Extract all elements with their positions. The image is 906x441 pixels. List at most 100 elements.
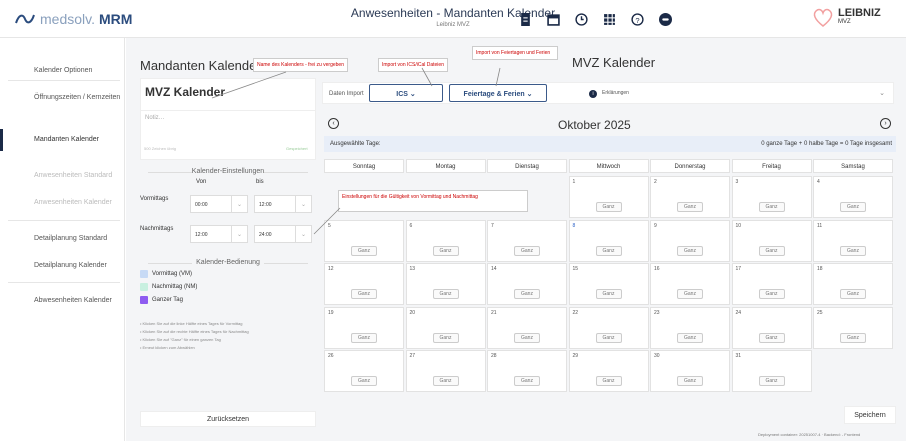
morning-to-select[interactable]: 12:00 ⌄ [254,195,312,213]
full-day-button[interactable]: Ganz [595,289,622,299]
document-icon[interactable] [518,12,532,26]
sidebar-item-abwesenheiten-kalender[interactable]: Abwesenheiten Kalender [0,296,125,305]
calendar-day-cell[interactable]: 20 Ganz [405,306,486,349]
full-day-button[interactable]: Ganz [595,332,622,343]
full-day-button[interactable]: Ganz [351,289,377,299]
calendar-day-cell[interactable]: 19 Ganz [324,306,404,349]
calendar-day-cell[interactable]: 22 Ganz [568,306,649,349]
calendar-day-cell[interactable]: 16 Ganz [650,263,730,305]
calendar-day-cell[interactable]: 10 Ganz [731,219,812,262]
full-day-button[interactable]: Ganz [432,245,459,256]
help-icon[interactable]: ? [630,12,644,26]
avatar-icon[interactable] [658,12,672,26]
calendar-day-cell[interactable]: 31 Ganz [731,350,812,392]
full-day-button[interactable]: Ganz [432,376,459,386]
calendar-day-cell[interactable]: 11 Ganz [813,219,893,262]
calendar-day-cell[interactable]: 7 Ganz [487,219,567,262]
full-day-button[interactable]: Ganz [758,245,785,256]
full-day-button[interactable]: Ganz [595,245,622,256]
notes-textarea[interactable]: Notiz… [140,110,316,160]
next-month-button[interactable]: › [880,118,891,129]
full-day-button[interactable]: Ganz [432,332,459,343]
afternoon-to-select[interactable]: 24:00 ⌄ [254,225,312,243]
sidebar-item-detailplanung-standard[interactable]: Detailplanung Standard [0,234,125,243]
calendar-day-cell[interactable]: 27 Ganz [405,350,486,392]
grid-icon[interactable] [602,12,616,26]
section-rule [264,263,308,264]
full-day-button[interactable]: Ganz [677,245,703,256]
calendar-day-cell[interactable]: 18 Ganz [813,263,893,305]
calendar-day-cell[interactable]: 14 Ganz [487,263,567,305]
calendar-day-cell[interactable]: 9 Ganz [650,219,730,262]
sidebar-item-kalender-optionen[interactable]: Kalender Optionen [0,66,125,75]
legend-morning: Vormittag (VM) [140,270,192,278]
full-day-button[interactable]: Ganz [840,332,866,343]
full-day-button[interactable]: Ganz [351,245,377,256]
morning-from-select[interactable]: 00:00 ⌄ [190,195,248,213]
day-number: 8 [572,222,576,229]
full-day-button[interactable]: Ganz [840,245,866,256]
full-day-button[interactable]: Ganz [758,376,785,386]
chevron-down-icon[interactable]: ⌄ [879,89,885,97]
calendar-day-cell[interactable]: 6 Ganz [405,219,486,262]
calendar-day-cell[interactable]: 1 Ganz [568,176,649,218]
calendar-day-cell[interactable]: 29 Ganz [568,350,649,392]
full-day-button[interactable]: Ganz [595,202,622,212]
section-rule [264,172,308,173]
calendar-day-cell[interactable]: 2 Ganz [650,176,730,218]
full-day-button[interactable]: Ganz [758,332,785,343]
calendar-icon[interactable] [546,12,560,26]
calendar-day-cell[interactable]: 13 Ganz [405,263,486,305]
full-day-button[interactable]: Ganz [514,332,540,343]
full-day-button[interactable]: Ganz [595,376,622,386]
full-day-button[interactable]: Ganz [677,376,703,386]
calendar-day-cell[interactable]: 5 Ganz [324,219,404,262]
clock-icon[interactable] [574,12,588,26]
calendar-day-cell[interactable]: 24 Ganz [731,306,812,349]
holidays-import-button[interactable]: Feiertage & Ferien ⌄ [449,84,547,102]
full-day-button[interactable]: Ganz [840,202,866,212]
sidebar-item-mandanten-kalender[interactable]: Mandanten Kalender [0,129,125,151]
full-day-button[interactable]: Ganz [677,289,703,299]
sidebar-item-detailplanung-kalender[interactable]: Detailplanung Kalender [0,261,125,270]
full-day-button[interactable]: Ganz [432,289,459,299]
full-day-button[interactable]: Ganz [758,289,785,299]
notes-saved-status: Gespeichert [286,146,308,151]
calendar-day-cell[interactable]: 28 Ganz [487,350,567,392]
calendar-day-cell[interactable]: 4 Ganz [813,176,893,218]
full-day-button[interactable]: Ganz [514,245,540,256]
afternoon-from-select[interactable]: 12:00 ⌄ [190,225,248,243]
full-day-button[interactable]: Ganz [677,332,703,343]
full-day-button[interactable]: Ganz [514,376,540,386]
full-day-button[interactable]: Ganz [351,376,377,386]
calendar-day-cell[interactable]: 3 Ganz [731,176,812,218]
calendar-name-input[interactable]: MVZ Kalender [145,85,225,99]
calendar-day-cell[interactable]: 17 Ganz [731,263,812,305]
full-day-button[interactable]: Ganz [840,289,866,299]
sidebar-item-oeffnungszeiten[interactable]: Öffnungszeiten / Kernzeiten [0,93,125,102]
day-number: 18 [817,266,823,272]
save-button[interactable]: Speichern [844,406,896,424]
explanations-toggle[interactable]: Erklärungen [602,90,629,96]
calendar-day-cell[interactable]: 8 Ganz [568,219,649,262]
sidebar-item-anwesenheiten-kalender[interactable]: Anwesenheiten Kalender [0,198,125,207]
full-day-button[interactable]: Ganz [758,202,785,212]
full-day-button[interactable]: Ganz [514,289,540,299]
full-day-button[interactable]: Ganz [351,332,377,343]
full-day-button[interactable]: Ganz [677,202,703,212]
legend-label: Vormittag (VM) [152,271,193,277]
calendar-day-cell[interactable]: 25 Ganz [813,306,893,349]
app-logo[interactable]: medsolv. MRM [14,11,132,27]
calendar-day-cell[interactable]: 15 Ganz [568,263,649,305]
calendar-day-cell[interactable]: 26 Ganz [324,350,404,392]
weekday-header: Mittwoch [568,159,649,173]
prev-month-button[interactable]: ‹ [328,118,339,129]
calendar-day-cell[interactable]: 21 Ganz [487,306,567,349]
sidebar-item-anwesenheiten-standard[interactable]: Anwesenheiten Standard [0,171,125,180]
ics-import-button[interactable]: ICS ⌄ [369,84,443,102]
calendar-day-cell[interactable]: 12 Ganz [324,263,404,305]
calendar-day-cell[interactable]: 30 Ganz [650,350,730,392]
calendar-day-cell[interactable]: 23 Ganz [650,306,730,349]
chevron-down-icon: ⌄ [231,226,247,242]
reset-button[interactable]: Zurücksetzen [140,411,316,427]
